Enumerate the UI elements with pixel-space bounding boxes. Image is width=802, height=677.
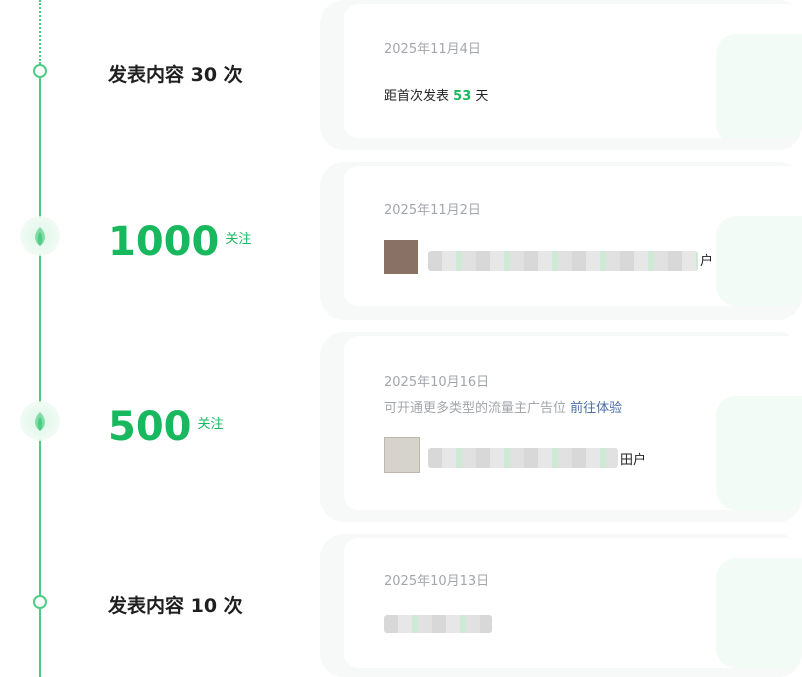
try-now-link[interactable]: 前往体验	[570, 401, 622, 416]
milestone-label: 发表内容 30 次	[108, 64, 243, 86]
timeline-card[interactable]: 2025年11月4日 距首次发表 53 天	[344, 4, 802, 138]
card-date: 2025年11月4日	[384, 42, 481, 57]
avatar[interactable]	[384, 240, 418, 274]
milestone-number: 500	[108, 404, 192, 450]
blurred-content	[428, 448, 618, 468]
days-prefix: 距首次发表	[384, 89, 450, 104]
card-decoration	[716, 396, 802, 510]
avatar[interactable]	[384, 437, 420, 473]
milestone-unit: 关注	[197, 417, 224, 432]
timeline-node	[33, 595, 47, 609]
timeline-card[interactable]: 2025年11月2日 户	[344, 166, 802, 306]
timeline-dotted-line	[39, 0, 41, 64]
card-decoration	[716, 34, 802, 138]
ad-promo-line: 可开通更多类型的流量主广告位 前往体验	[384, 397, 622, 416]
sprout-node-icon	[20, 216, 60, 256]
blurred-content	[384, 615, 492, 633]
sprout-node-icon	[20, 401, 60, 441]
card-date: 2025年10月13日	[384, 574, 490, 589]
timeline-card[interactable]: 2025年10月16日 可开通更多类型的流量主广告位 前往体验 田户	[344, 336, 802, 510]
milestone-label: 发表内容 10 次	[108, 595, 243, 617]
card-decoration	[716, 216, 802, 306]
milestone-unit: 关注	[225, 232, 252, 247]
timeline-node	[33, 64, 47, 78]
days-since-first-post: 距首次发表 53 天	[384, 85, 488, 104]
days-count: 53	[453, 89, 472, 104]
milestone-followers-500: 500 关注	[108, 407, 224, 447]
card-decoration	[716, 558, 802, 668]
days-suffix: 天	[475, 89, 489, 104]
card-date: 2025年11月2日	[384, 203, 481, 218]
milestone-number: 1000	[108, 219, 220, 265]
content-suffix: 田户	[620, 453, 647, 468]
milestone-followers-1000: 1000 关注	[108, 222, 251, 262]
blurred-content	[428, 251, 698, 271]
timeline-line	[39, 78, 41, 677]
content-suffix: 户	[700, 254, 714, 269]
card-date: 2025年10月16日	[384, 375, 490, 390]
ad-promo-text: 可开通更多类型的流量主广告位	[384, 401, 567, 416]
timeline-card[interactable]: 2025年10月13日	[344, 538, 802, 668]
